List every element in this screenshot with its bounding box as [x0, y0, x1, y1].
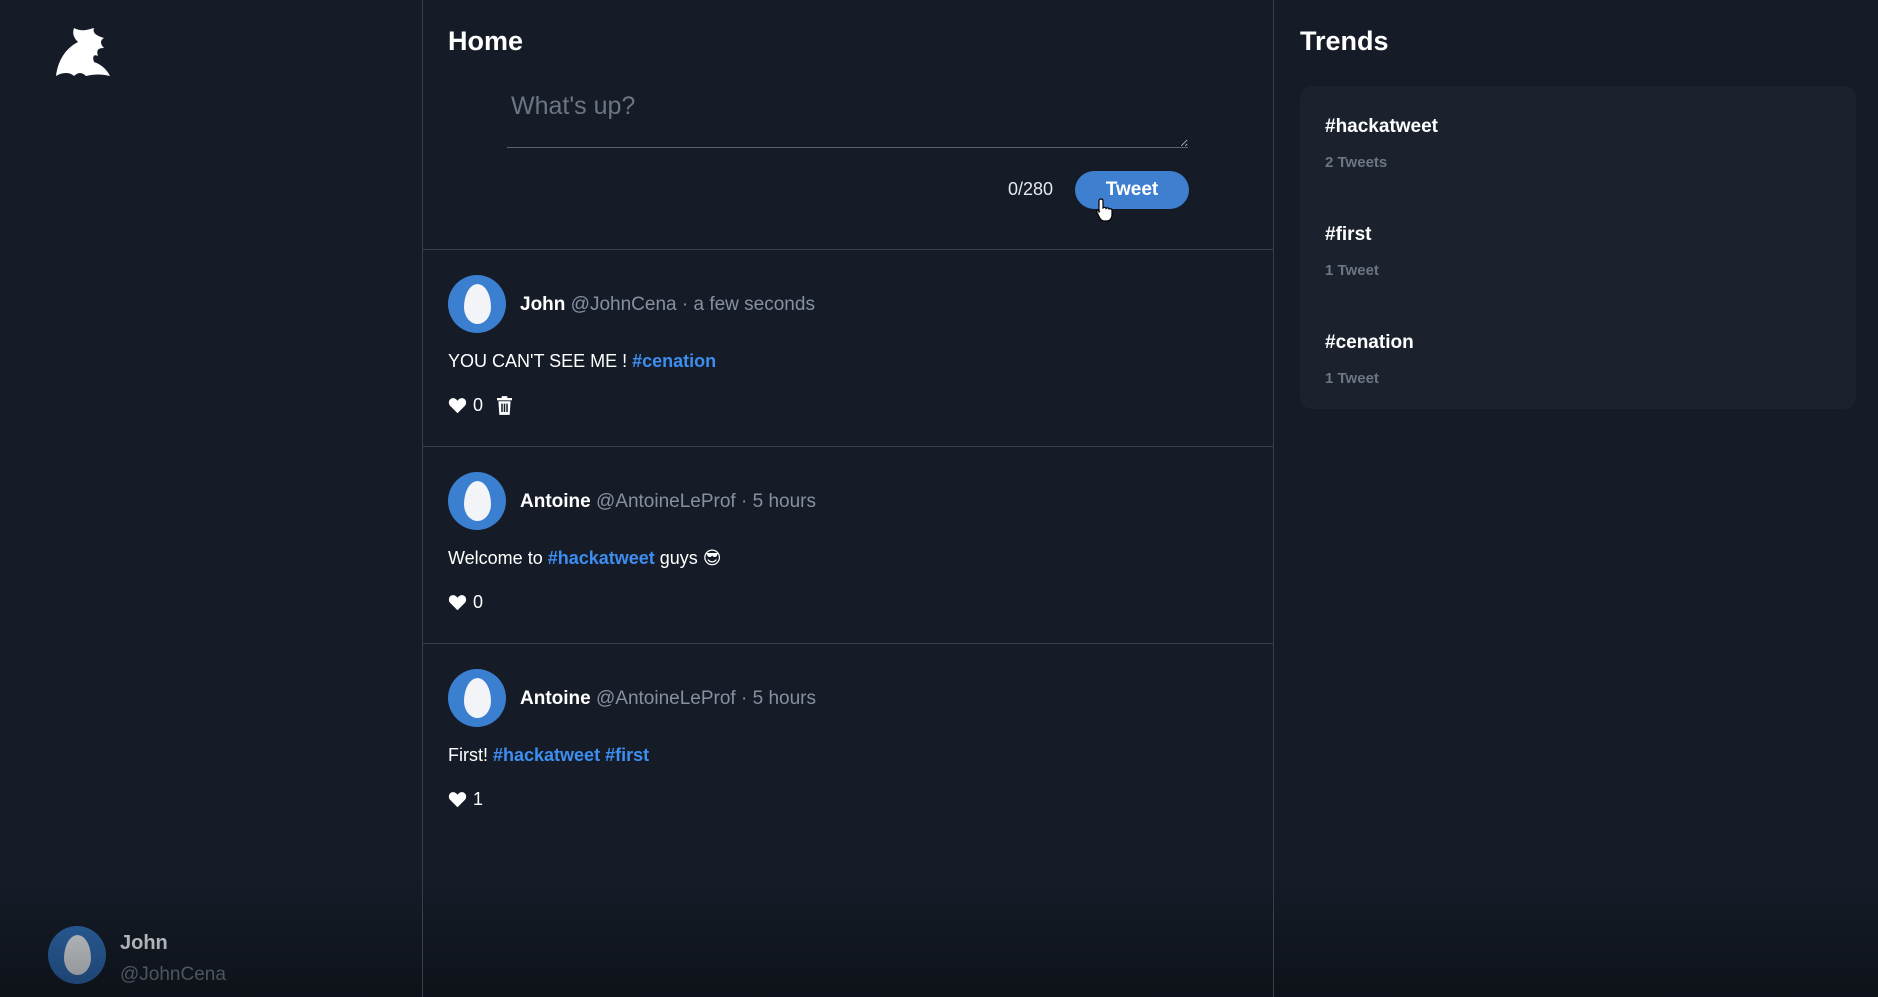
tweet-composer: Home 0/280 Tweet [423, 0, 1274, 250]
heart-icon[interactable] [448, 397, 467, 414]
tweet-header: Antoine @AntoineLeProf · 5 hours [520, 688, 816, 710]
tweet-actions: 0 [448, 395, 513, 416]
hashtag-link[interactable]: #first [605, 745, 649, 765]
tweet-item: John @JohnCena · a few seconds YOU CAN'T… [423, 250, 1274, 447]
tweet-author-name: John [520, 294, 566, 315]
compose-input[interactable] [507, 82, 1188, 148]
egg-avatar-icon [464, 481, 491, 521]
tweet-author-name: Antoine [520, 688, 591, 709]
separator-dot: · [681, 294, 689, 315]
tweet-text: YOU CAN'T SEE ME ! #cenation [448, 351, 716, 372]
bottom-fade [1274, 877, 1878, 997]
trend-hashtag[interactable]: #first [1325, 224, 1379, 246]
tweet-time: 5 hours [752, 491, 816, 512]
hashtag-link[interactable]: #hackatweet [548, 548, 655, 568]
page-title: Home [448, 26, 524, 56]
avatar [48, 926, 106, 984]
tweet-time: a few seconds [693, 294, 815, 315]
tweet-author-handle: @AntoineLeProf [596, 491, 736, 512]
trend-item[interactable]: #hackatweet 2 Tweets [1325, 116, 1438, 171]
tweet-button[interactable]: Tweet [1075, 171, 1189, 209]
tweet-item: Antoine @AntoineLeProf · 5 hours Welcome… [423, 447, 1274, 644]
current-user-card[interactable]: John @JohnCena [48, 926, 226, 986]
hashtag-link[interactable]: #cenation [632, 351, 716, 371]
user-name: John [120, 932, 168, 954]
trend-item[interactable]: #cenation 1 Tweet [1325, 332, 1414, 387]
trend-item[interactable]: #first 1 Tweet [1325, 224, 1379, 279]
trash-icon[interactable] [497, 396, 513, 415]
trends-panel: #hackatweet 2 Tweets #first 1 Tweet #cen… [1300, 86, 1856, 409]
egg-avatar-icon [64, 935, 91, 975]
tweet-author-handle: @AntoineLeProf [596, 688, 736, 709]
trend-count: 2 Tweets [1325, 154, 1388, 171]
avatar[interactable] [448, 472, 506, 530]
tweet-time: 5 hours [752, 688, 816, 709]
trends-sidebar: Trends #hackatweet 2 Tweets #first 1 Twe… [1274, 0, 1878, 997]
trends-title: Trends [1300, 26, 1389, 56]
bird-wing-icon[interactable] [48, 26, 112, 82]
egg-avatar-icon [464, 284, 491, 324]
tweet-item: Antoine @AntoineLeProf · 5 hours First! … [423, 644, 1274, 841]
trend-count: 1 Tweet [1325, 370, 1379, 387]
tweet-author-handle: @JohnCena [570, 294, 677, 315]
tweet-text-plain: guys 😎 [654, 548, 722, 568]
tweet-actions: 1 [448, 789, 483, 810]
char-count: 0/280 [1008, 179, 1054, 199]
trend-count: 1 Tweet [1325, 262, 1379, 279]
tweet-text-plain: First! [448, 745, 493, 765]
hand-cursor-icon [1096, 198, 1113, 222]
left-sidebar: John @JohnCena [0, 0, 423, 997]
bottom-fade [423, 877, 1273, 997]
hashtag-link[interactable]: #hackatweet [493, 745, 600, 765]
heart-icon[interactable] [448, 791, 467, 808]
tweet-text-plain: Welcome to [448, 548, 548, 568]
tweet-header: John @JohnCena · a few seconds [520, 294, 815, 316]
like-count: 0 [473, 395, 484, 415]
trend-hashtag[interactable]: #hackatweet [1325, 116, 1438, 138]
tweet-header: Antoine @AntoineLeProf · 5 hours [520, 491, 816, 513]
like-count: 0 [473, 592, 484, 612]
user-handle: @JohnCena [120, 964, 226, 985]
tweet-author-name: Antoine [520, 491, 591, 512]
separator-dot: · [741, 688, 748, 709]
app-root: John @JohnCena Home 0/280 Tweet John @Jo… [0, 0, 1878, 997]
home-feed: Home 0/280 Tweet John @JohnCena · a few … [423, 0, 1274, 997]
egg-avatar-icon [464, 678, 491, 718]
avatar[interactable] [448, 669, 506, 727]
tweet-actions: 0 [448, 592, 483, 613]
trend-hashtag[interactable]: #cenation [1325, 332, 1414, 354]
like-count: 1 [473, 789, 484, 809]
heart-icon[interactable] [448, 594, 467, 611]
avatar[interactable] [448, 275, 506, 333]
separator-dot: · [741, 491, 748, 512]
tweet-text-plain: YOU CAN'T SEE ME ! [448, 351, 633, 371]
user-info: John @JohnCena [120, 926, 226, 986]
tweet-text: Welcome to #hackatweet guys 😎 [448, 548, 722, 569]
tweet-text: First! #hackatweet #first [448, 745, 649, 766]
